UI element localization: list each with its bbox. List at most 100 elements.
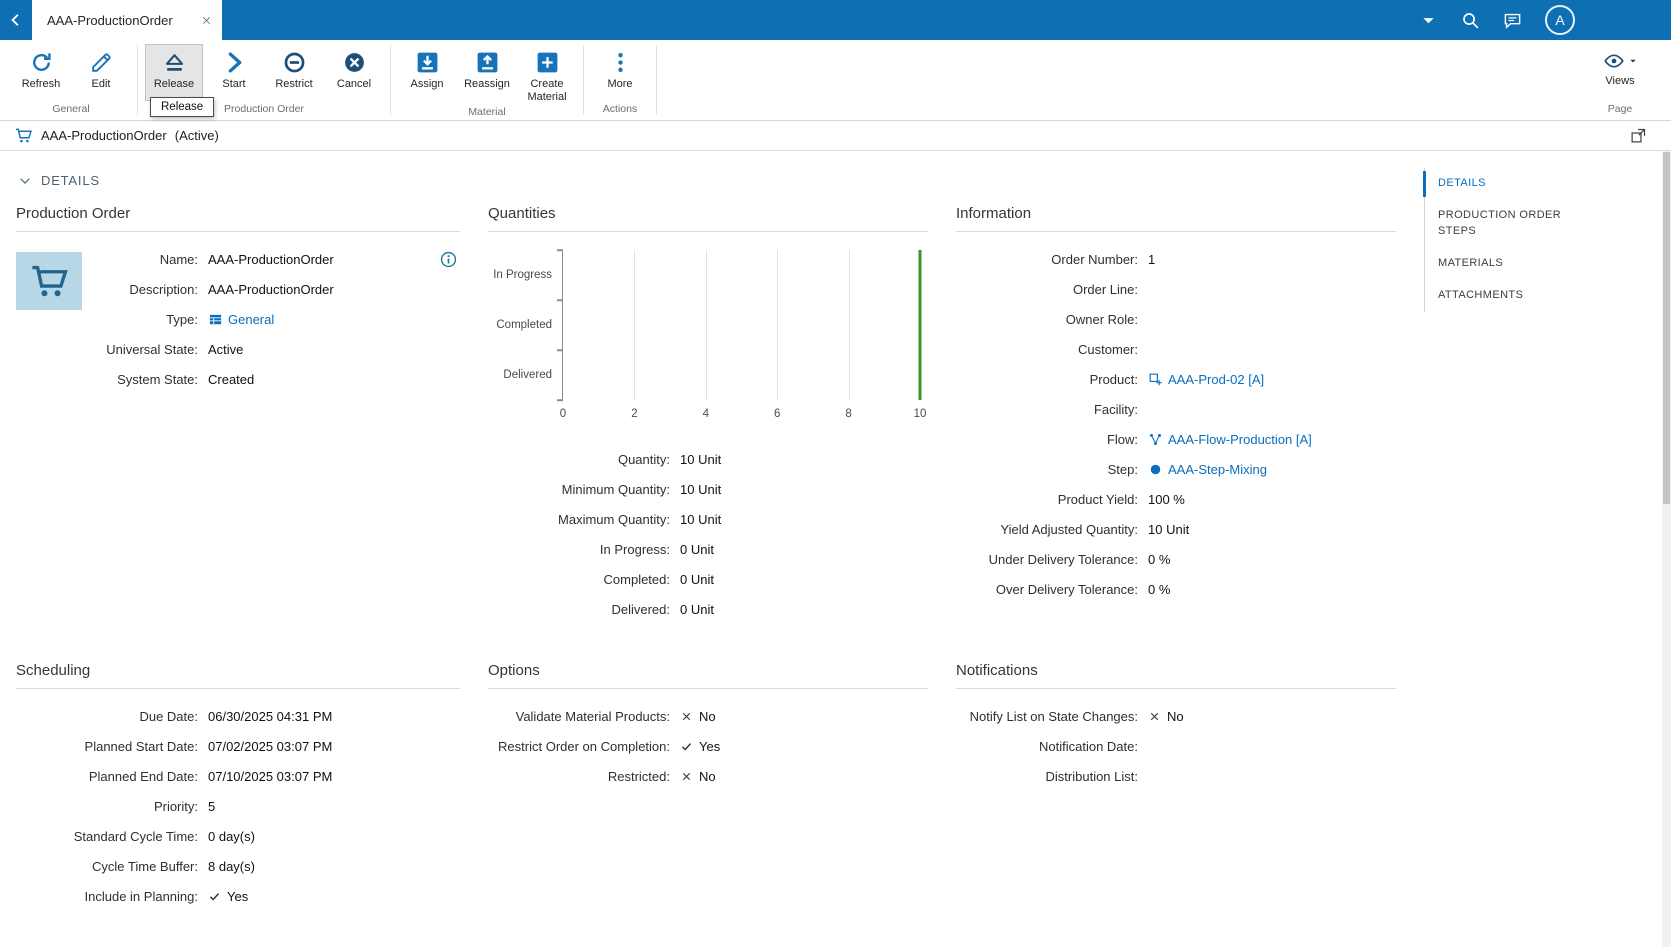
avatar[interactable]: A [1545, 5, 1575, 35]
chart-xtick-label: 6 [773, 408, 781, 420]
chart-category-label: Completed [496, 319, 552, 331]
field-value: AAA-ProductionOrder [208, 281, 334, 297]
toolbar-button-cancel[interactable]: Cancel [325, 44, 383, 101]
link-aaa-step-mixing[interactable]: AAA-Step-Mixing [1148, 462, 1267, 477]
field-value: AAA-Flow-Production [A] [1144, 432, 1312, 447]
toolbar-button-label: Reassign [464, 78, 510, 90]
field-label: Delivered: [611, 601, 670, 617]
check-icon [208, 890, 221, 903]
edit-icon [89, 50, 114, 75]
chart-ytick [557, 299, 563, 301]
field-label: Yield Adjusted Quantity: [1000, 521, 1138, 537]
field-value: No [1144, 709, 1184, 724]
field-row-flow: Flow: AAA-Flow-Production [A] [956, 424, 1396, 454]
field-label: Type: [166, 311, 198, 327]
type-icon [208, 312, 223, 327]
field-label: Step: [1107, 461, 1138, 477]
field-label: Product: [1089, 371, 1138, 387]
field-label: Planned Start Date: [84, 738, 198, 754]
field-label: Validate Material Products: [515, 708, 670, 724]
field-label: Order Number: [1051, 251, 1138, 267]
nav-item-materials[interactable]: MATERIALS [1425, 248, 1570, 280]
panel-notifications: Notifications Notify List on State Chang… [956, 662, 1396, 911]
chat-button[interactable] [1503, 11, 1522, 30]
chart-target-line [918, 250, 922, 400]
field-row-description: Description: AAA-ProductionOrder [16, 274, 460, 304]
views-icon [1603, 50, 1625, 72]
toolbar-button-restrict[interactable]: Restrict [265, 44, 323, 101]
field-value: 0 Unit [680, 571, 714, 587]
field-label: Flow: [1106, 431, 1138, 447]
field-row-planned-start-date: Planned Start Date: 07/02/2025 03:07 PM [16, 731, 460, 761]
expand-button[interactable] [1630, 127, 1647, 144]
tab-production-order[interactable]: AAA-ProductionOrder [32, 0, 222, 40]
panel-title: Scheduling [16, 662, 460, 689]
field-label: Restrict Order on Completion: [498, 738, 670, 754]
field-row-distribution-list: Distribution List: [956, 761, 1396, 791]
details-grid: Production Order Name: AAA-ProductionOrde… [16, 205, 1671, 911]
link-aaa-flow-production-a[interactable]: AAA-Flow-Production [A] [1148, 432, 1312, 447]
field-row-system-state: System State: Created [16, 364, 460, 394]
field-row-under-delivery-tolerance: Under Delivery Tolerance: 0 % [956, 544, 1396, 574]
toolbar-button-more[interactable]: More [591, 44, 649, 101]
toolbar-button-label: Cancel [336, 78, 372, 90]
topbar-dropdown-button[interactable] [1419, 11, 1438, 30]
chevron-down-icon [18, 174, 32, 188]
back-icon [7, 11, 25, 29]
field-value: 10 Unit [680, 451, 722, 467]
tab-close-icon[interactable] [201, 15, 212, 26]
toolbar-button-label: Start [222, 78, 246, 90]
scrollbar-thumb[interactable] [1663, 152, 1670, 504]
toolbar-button-label: Views [1605, 75, 1635, 87]
cart-image-icon [28, 260, 70, 302]
link-general[interactable]: General [208, 312, 274, 327]
field-label: Planned End Date: [88, 768, 198, 784]
chart-gridline [848, 250, 850, 400]
chart-xtick-label: 8 [845, 408, 852, 420]
field-value: 10 Unit [680, 511, 722, 527]
field-row-priority: Priority: 5 [16, 791, 460, 821]
info-button[interactable] [439, 250, 458, 269]
right-nav: DETAILS PRODUCTION ORDER STEPS MATERIALS AT… [1423, 168, 1570, 312]
flow-icon [1148, 432, 1163, 447]
chart-xtick-label: 0 [559, 408, 567, 420]
link-aaa-prod-02-a[interactable]: AAA-Prod-02 [A] [1148, 372, 1264, 387]
field-value: 0 % [1148, 551, 1171, 567]
toolbar-button-create-material[interactable]: Create Material [518, 44, 576, 104]
nav-item-attachments[interactable]: ATTACHMENTS [1425, 280, 1570, 312]
field-label: Product Yield: [1057, 491, 1138, 507]
create-material-icon [535, 50, 560, 75]
toolbar-button-reassign[interactable]: Reassign [458, 44, 516, 101]
caret-down-icon [1419, 11, 1438, 30]
nav-item-details[interactable]: DETAILS [1423, 168, 1570, 200]
toolbar-button-label: More [607, 78, 633, 90]
toolbar-button-refresh[interactable]: Refresh [12, 44, 70, 101]
field-row-notification-date: Notification Date: [956, 731, 1396, 761]
toolbar-button-edit[interactable]: Edit [72, 44, 130, 101]
search-button[interactable] [1461, 11, 1480, 30]
field-value: 10 Unit [680, 481, 722, 497]
toolbar-button-assign[interactable]: Assign [398, 44, 456, 101]
panel-information: Information Order Number: 1 Order Line: Own… [956, 205, 1396, 624]
back-button[interactable] [0, 0, 32, 40]
quantities-chart-ylabels: In Progress Completed Delivered [488, 250, 562, 400]
field-label: Over Delivery Tolerance: [995, 581, 1138, 597]
field-row-completed: Completed: 0 Unit [488, 564, 928, 594]
field-value: 06/30/2025 04:31 PM [208, 708, 333, 724]
field-row-delivered: Delivered: 0 Unit [488, 594, 928, 624]
field-label: Standard Cycle Time: [73, 828, 198, 844]
field-label: Notify List on State Changes: [969, 708, 1138, 724]
panel-options: Options Validate Material Products: No Res… [488, 662, 928, 911]
chart-ytick [557, 249, 563, 251]
field-row-owner-role: Owner Role: [956, 304, 1396, 334]
refresh-icon [29, 50, 54, 75]
toolbar-button-start[interactable]: Start [205, 44, 263, 101]
vertical-scrollbar[interactable] [1662, 151, 1671, 947]
toolbar-button-views[interactable]: Views [1591, 44, 1649, 101]
search-icon [1461, 11, 1480, 30]
toolbar-button-label: Edit [91, 78, 111, 90]
nav-item-production-order-steps[interactable]: PRODUCTION ORDER STEPS [1425, 200, 1570, 248]
toolbar-button-release[interactable]: Release [145, 44, 203, 101]
cancel-icon [342, 50, 367, 75]
assign-icon [415, 50, 440, 75]
